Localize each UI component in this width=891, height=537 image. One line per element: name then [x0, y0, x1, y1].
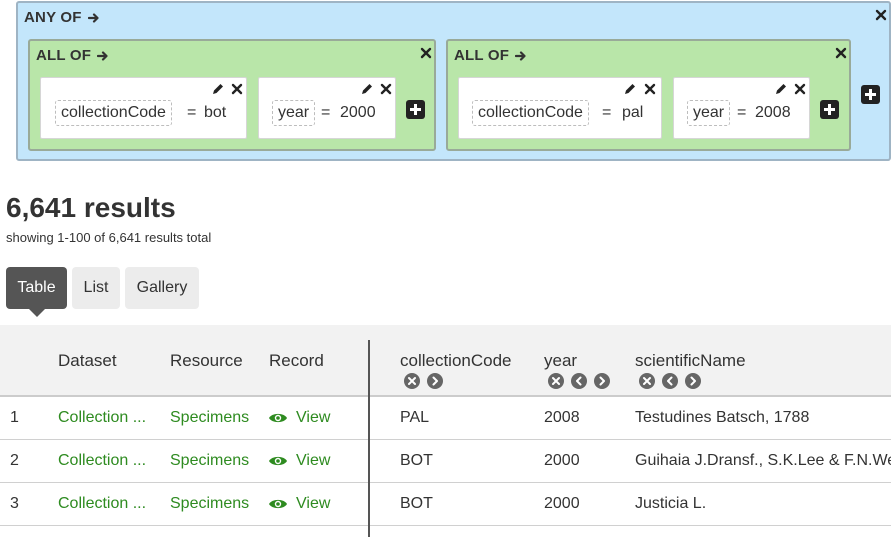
close-icon[interactable] [835, 47, 847, 59]
pencil-icon[interactable] [623, 82, 637, 96]
cell-collectioncode: PAL [400, 409, 430, 426]
close-icon[interactable] [420, 47, 432, 59]
record-view-link[interactable]: View [296, 409, 330, 427]
plus-square-icon[interactable] [820, 100, 839, 119]
term-operator: = [602, 104, 612, 121]
column-header-dataset[interactable]: Dataset [58, 351, 117, 371]
plus-square-icon[interactable] [406, 100, 425, 119]
all-of-label: ALL OF [36, 47, 109, 64]
record-view-link[interactable]: View [296, 495, 330, 513]
term-operator: = [321, 104, 331, 121]
column-header-resource[interactable]: Resource [170, 351, 243, 371]
column-controls [548, 373, 610, 389]
close-icon[interactable] [644, 83, 656, 95]
active-tab-caret [29, 309, 45, 317]
query-term[interactable]: year = 2008 [673, 77, 810, 139]
term-operator: = [187, 104, 197, 121]
eye-icon[interactable] [268, 497, 288, 511]
chevron-left-circle-icon[interactable] [571, 373, 587, 389]
arrow-right-icon [87, 12, 99, 23]
chevron-right-circle-icon[interactable] [594, 373, 610, 389]
close-icon[interactable] [794, 83, 806, 95]
remove-circle-icon[interactable] [639, 373, 655, 389]
all-of-group-2: ALL OF collectionCode = pal year = 2008 [446, 39, 851, 151]
table-row[interactable]: 2 Collection ... Specimens View BOT 2000… [0, 440, 891, 483]
table-row[interactable]: 3 Collection ... Specimens View BOT 2000… [0, 483, 891, 526]
resource-link[interactable]: Specimens [170, 452, 249, 470]
term-field: collectionCode [472, 100, 589, 126]
chevron-right-circle-icon[interactable] [427, 373, 443, 389]
close-icon[interactable] [231, 83, 243, 95]
query-term[interactable]: collectionCode = pal [458, 77, 662, 139]
term-value: bot [204, 104, 227, 121]
pencil-icon[interactable] [774, 82, 788, 96]
query-term[interactable]: year = 2000 [258, 77, 396, 139]
row-number: 1 [10, 409, 19, 426]
term-operator: = [737, 104, 747, 121]
resource-link[interactable]: Specimens [170, 495, 249, 513]
column-controls [404, 373, 443, 389]
row-number: 3 [10, 495, 19, 512]
remove-circle-icon[interactable] [548, 373, 564, 389]
any-of-label: ANY OF [24, 9, 100, 26]
term-field: year [687, 100, 731, 126]
cell-scientificname: Justicia L. [635, 495, 707, 512]
column-header-year[interactable]: year [544, 351, 577, 371]
close-icon[interactable] [380, 83, 392, 95]
pencil-icon[interactable] [360, 82, 374, 96]
chevron-right-circle-icon[interactable] [685, 373, 701, 389]
resource-link[interactable]: Specimens [170, 409, 249, 427]
cell-year: 2000 [544, 495, 580, 512]
cell-scientificname: Guihaia J.Dransf., S.K.Lee & F.N.Wei [635, 452, 891, 469]
cell-collectioncode: BOT [400, 452, 433, 469]
cell-scientificname: Testudines Batsch, 1788 [635, 409, 810, 426]
column-header-scientificname[interactable]: scientificName [635, 351, 746, 371]
arrow-right-icon [97, 50, 108, 61]
cell-collectioncode: BOT [400, 495, 433, 512]
row-number: 2 [10, 452, 19, 469]
dataset-link[interactable]: Collection ... [58, 495, 146, 513]
remove-circle-icon[interactable] [404, 373, 420, 389]
column-controls [639, 373, 701, 389]
results-count-title: 6,641 results [6, 192, 176, 223]
table-header: Dataset Resource Record collectionCode y… [0, 325, 891, 397]
tab-list[interactable]: List [72, 267, 120, 309]
table-row[interactable]: 1 Collection ... Specimens View PAL 2008… [0, 397, 891, 440]
pencil-icon[interactable] [211, 82, 225, 96]
query-term[interactable]: collectionCode = bot [40, 77, 247, 139]
all-of-group-1: ALL OF collectionCode = bot year = 2000 [28, 39, 436, 151]
dataset-link[interactable]: Collection ... [58, 409, 146, 427]
any-of-group: ANY OF ALL OF collectionCode = bot year … [16, 1, 891, 161]
tab-gallery[interactable]: Gallery [125, 267, 199, 309]
column-divider[interactable] [368, 340, 370, 537]
cell-year: 2008 [544, 409, 580, 426]
results-subtitle: showing 1-100 of 6,641 results total [6, 230, 212, 245]
plus-square-icon[interactable] [861, 85, 880, 104]
cell-year: 2000 [544, 452, 580, 469]
eye-icon[interactable] [268, 454, 288, 468]
term-value: 2008 [755, 104, 791, 121]
record-view-link[interactable]: View [296, 452, 330, 470]
tab-table[interactable]: Table [6, 267, 67, 309]
dataset-link[interactable]: Collection ... [58, 452, 146, 470]
term-value: pal [622, 104, 644, 121]
column-header-record[interactable]: Record [269, 351, 324, 371]
eye-icon[interactable] [268, 411, 288, 425]
close-icon[interactable] [875, 9, 887, 21]
all-of-label: ALL OF [454, 47, 527, 64]
arrow-right-icon [515, 50, 526, 61]
chevron-left-circle-icon[interactable] [662, 373, 678, 389]
term-field: year [272, 100, 316, 126]
term-value: 2000 [340, 104, 376, 121]
term-field: collectionCode [55, 100, 172, 126]
column-header-collectioncode[interactable]: collectionCode [400, 351, 512, 371]
